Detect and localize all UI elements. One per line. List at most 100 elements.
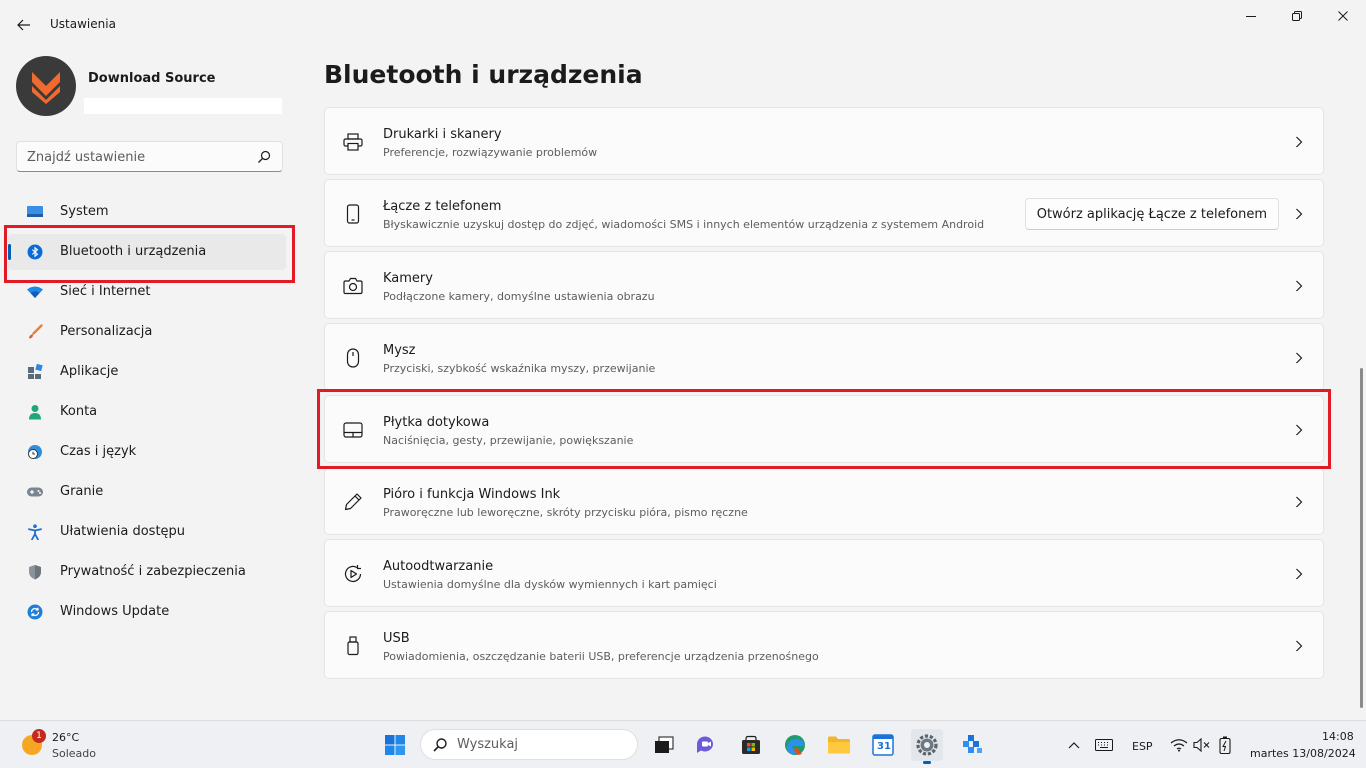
chevron-right-icon: [1293, 495, 1305, 509]
store-button[interactable]: [735, 729, 767, 761]
chevron-right-icon: [1293, 423, 1305, 437]
clock-date[interactable]: martes 13/08/2024: [1250, 747, 1356, 760]
app-title: Ustawienia: [50, 17, 116, 31]
sidebar: Download Source System Bluetooth i urząd…: [0, 48, 300, 720]
search-input[interactable]: [27, 148, 247, 166]
card-phone-link[interactable]: Łącze z telefonem Błyskawicznie uzyskuj …: [324, 179, 1324, 247]
gamepad-icon: [26, 483, 44, 501]
start-button[interactable]: [379, 729, 411, 761]
show-hidden-icons-button[interactable]: [1060, 729, 1088, 761]
settings-search[interactable]: [16, 141, 283, 172]
taskbar-search[interactable]: [420, 729, 638, 760]
camera-icon: [343, 276, 363, 296]
sidebar-item-label: Granie: [60, 484, 104, 499]
open-phone-link-button[interactable]: Otwórz aplikację Łącze z telefonem: [1024, 198, 1279, 230]
volume-muted-icon: [1193, 738, 1210, 752]
sidebar-item-bluetooth[interactable]: Bluetooth i urządzenia: [8, 234, 286, 270]
sidebar-item-system[interactable]: System: [8, 194, 286, 230]
clock-time[interactable]: 14:08: [1322, 730, 1354, 743]
card-title: Płytka dotykowa: [383, 415, 490, 430]
sidebar-item-label: Personalizacja: [60, 324, 153, 339]
user-profile[interactable]: Download Source: [16, 56, 296, 120]
card-title: Kamery: [383, 271, 433, 286]
chat-button[interactable]: [690, 729, 722, 761]
monitor-icon: [26, 203, 44, 221]
card-description: Praworęczne lub leworęczne, skróty przyc…: [383, 506, 748, 519]
sidebar-item-apps[interactable]: Aplikacje: [8, 354, 286, 390]
close-button[interactable]: [1320, 0, 1366, 32]
sidebar-item-label: Bluetooth i urządzenia: [60, 244, 207, 259]
settings-list: Drukarki i skanery Preferencje, rozwiązy…: [324, 107, 1324, 683]
download-source-logo-icon: [32, 72, 60, 104]
sidebar-item-accounts[interactable]: Konta: [8, 394, 286, 430]
sidebar-item-label: Windows Update: [60, 604, 170, 619]
task-view-icon: [655, 736, 674, 753]
usb-icon: [343, 636, 363, 656]
blue-cubes-icon: [963, 735, 982, 753]
settings-button[interactable]: [911, 729, 943, 764]
search-icon: [433, 738, 447, 752]
sidebar-item-network[interactable]: Sieć i Internet: [8, 274, 286, 310]
gear-icon: [916, 734, 938, 756]
back-button[interactable]: [10, 11, 38, 39]
card-title: Mysz: [383, 343, 416, 358]
restore-icon: [1292, 11, 1302, 21]
card-description: Podłączone kamery, domyślne ustawienia o…: [383, 290, 655, 303]
minimize-button[interactable]: [1228, 0, 1274, 32]
update-icon: [26, 603, 44, 621]
windows-logo-icon: [385, 735, 405, 755]
weather-widget[interactable]: 1 26°C Soleado: [20, 729, 130, 761]
scrollbar[interactable]: [1360, 368, 1363, 708]
close-icon: [1338, 11, 1348, 21]
card-printers[interactable]: Drukarki i skanery Preferencje, rozwiązy…: [324, 107, 1324, 175]
chevron-up-icon: [1068, 742, 1080, 749]
card-pen-ink[interactable]: Pióro i funkcja Windows Ink Praworęczne …: [324, 467, 1324, 535]
profile-email: [84, 98, 282, 114]
sidebar-item-label: Konta: [60, 404, 98, 419]
restore-button[interactable]: [1274, 0, 1320, 32]
card-touchpad[interactable]: Płytka dotykowa Naciśnięcia, gesty, prze…: [324, 395, 1324, 463]
chevron-right-icon: [1293, 351, 1305, 365]
card-description: Powiadomienia, oszczędzanie baterii USB,…: [383, 650, 819, 663]
card-autoplay[interactable]: Autoodtwarzanie Ustawienia domyślne dla …: [324, 539, 1324, 607]
card-title: Autoodtwarzanie: [383, 559, 494, 574]
keyboard-tray-button[interactable]: [1090, 729, 1118, 761]
store-icon: [742, 735, 760, 754]
minimize-icon: [1246, 16, 1256, 17]
bluetooth-icon: [26, 243, 44, 261]
card-description: Przyciski, szybkość wskaźnika myszy, prz…: [383, 362, 656, 375]
chevron-right-icon: [1293, 207, 1305, 221]
taskbar-search-input[interactable]: [457, 737, 627, 752]
phone-icon: [343, 204, 363, 224]
active-app-indicator: [923, 761, 931, 764]
taskbar: 1 26°C Soleado 31 ESP: [0, 720, 1366, 768]
title-bar: Ustawienia: [0, 0, 1366, 48]
avatar: [16, 56, 76, 116]
window-controls: [1228, 0, 1366, 32]
task-view-button[interactable]: [648, 729, 680, 761]
calendar-button[interactable]: 31: [867, 729, 899, 761]
sidebar-item-accessibility[interactable]: Ułatwienia dostępu: [8, 514, 286, 550]
wifi-icon: [1170, 739, 1188, 752]
sidebar-item-windows-update[interactable]: Windows Update: [8, 594, 286, 630]
sidebar-item-time-language[interactable]: Czas i język: [8, 434, 286, 470]
language-indicator[interactable]: ESP: [1132, 740, 1153, 753]
card-mouse[interactable]: Mysz Przyciski, szybkość wskaźnika myszy…: [324, 323, 1324, 391]
file-explorer-button[interactable]: [823, 729, 855, 761]
sidebar-item-personalization[interactable]: Personalizacja: [8, 314, 286, 350]
edge-button[interactable]: [779, 729, 811, 761]
notification-badge: 1: [32, 729, 46, 743]
battery-charging-icon: [1219, 736, 1231, 754]
search-icon[interactable]: [256, 149, 272, 165]
card-description: Błyskawicznie uzyskuj dostęp do zdjęć, w…: [383, 218, 985, 231]
card-usb[interactable]: USB Powiadomienia, oszczędzanie baterii …: [324, 611, 1324, 679]
chevron-right-icon: [1293, 279, 1305, 293]
card-description: Preferencje, rozwiązywanie problemów: [383, 146, 598, 159]
sidebar-item-privacy[interactable]: Prywatność i zabezpieczenia: [8, 554, 286, 590]
battery-tray-button[interactable]: [1211, 729, 1239, 761]
card-title: Drukarki i skanery: [383, 127, 502, 142]
app-button[interactable]: [956, 729, 988, 761]
edge-browser-icon: [785, 735, 805, 755]
sidebar-item-gaming[interactable]: Granie: [8, 474, 286, 510]
card-cameras[interactable]: Kamery Podłączone kamery, domyślne ustaw…: [324, 251, 1324, 319]
